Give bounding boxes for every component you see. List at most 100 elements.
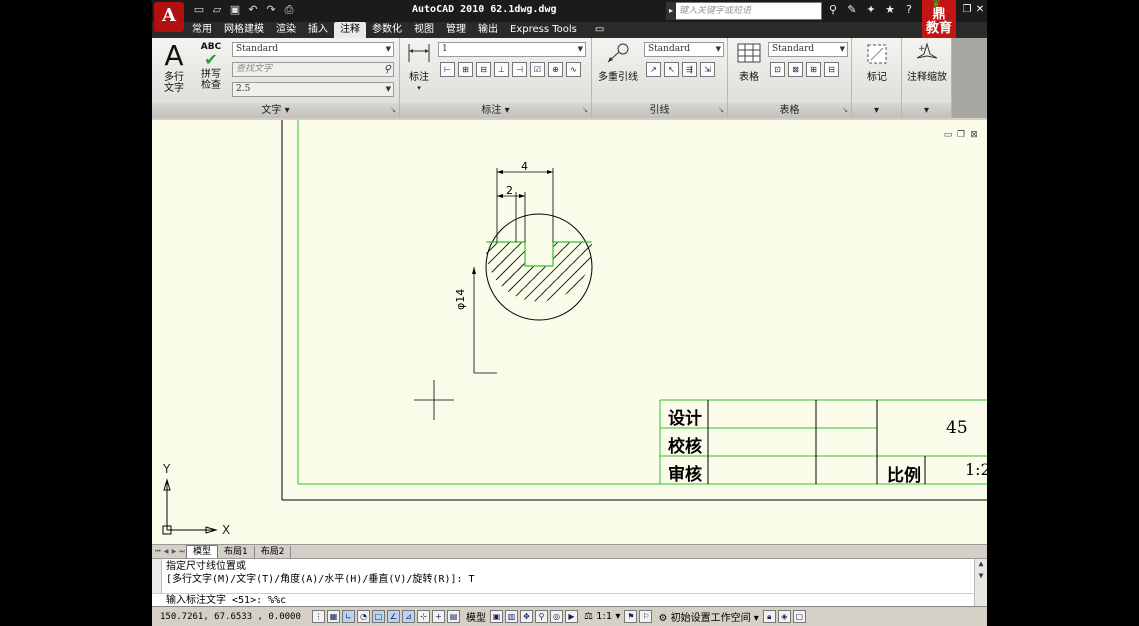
lock-icon[interactable]: 🔒︎ bbox=[762, 610, 776, 623]
quick-view-drawings-icon[interactable]: ▥ bbox=[505, 610, 518, 623]
ortho-mode-icon[interactable]: ∟ bbox=[342, 610, 355, 623]
last-layout-icon[interactable]: ⏭ bbox=[178, 547, 186, 557]
title-block-scale-value[interactable]: 1:2 bbox=[965, 460, 987, 479]
markup-panel-title[interactable]: ▾ bbox=[852, 103, 901, 118]
dynamic-input-icon[interactable]: ⊹ bbox=[417, 610, 430, 623]
table-style-select[interactable]: Standard ▼ bbox=[768, 42, 848, 57]
zoom-icon[interactable]: ⚲ bbox=[535, 610, 548, 623]
restore-icon[interactable]: ❐ bbox=[956, 130, 966, 140]
workspace-switch[interactable]: ⚙ 初始设置工作空间 ▾ bbox=[658, 609, 758, 624]
wrench-icon[interactable]: ✎ bbox=[845, 3, 859, 17]
polar-tracking-icon[interactable]: ◔ bbox=[357, 610, 370, 623]
minimize-icon[interactable]: ▭ bbox=[943, 130, 953, 140]
search-expand-icon[interactable]: ▸ bbox=[666, 2, 676, 20]
command-window[interactable]: 指定尺寸线位置或 [多行文字(M)/文字(T)/角度(A)/水平(H)/垂直(V… bbox=[152, 558, 987, 607]
center-mark-icon[interactable]: ⊕ bbox=[548, 62, 563, 77]
restore-icon[interactable]: ❐ bbox=[962, 4, 972, 15]
tab-layout2[interactable]: 布局2 bbox=[255, 545, 292, 558]
next-layout-icon[interactable]: ▶ bbox=[170, 547, 178, 557]
align-leader-icon[interactable]: ⇶ bbox=[682, 62, 697, 77]
dimension-text-2[interactable]: 2 bbox=[506, 184, 513, 197]
data-link-icon[interactable]: ⊡ bbox=[770, 62, 785, 77]
title-block-design[interactable]: 设计 bbox=[668, 404, 702, 429]
search-input[interactable]: 键入关键字或短语 bbox=[666, 2, 822, 20]
tab-parametric[interactable]: 参数化 bbox=[366, 22, 408, 38]
dialog-launcher-icon[interactable]: ↘ bbox=[842, 103, 848, 118]
first-layout-icon[interactable]: ⏮ bbox=[154, 547, 162, 557]
extract-data-icon[interactable]: ⊟ bbox=[824, 62, 839, 77]
text-style-select[interactable]: Standard ▼ bbox=[232, 42, 394, 57]
steering-wheel-icon[interactable]: ◎ bbox=[550, 610, 563, 623]
add-leader-icon[interactable]: ↗ bbox=[646, 62, 661, 77]
title-block-check[interactable]: 校核 bbox=[668, 432, 702, 457]
favorites-star-icon[interactable]: ★ bbox=[883, 3, 897, 17]
title-block-material[interactable]: 45 bbox=[946, 418, 968, 438]
tab-express-tools[interactable]: Express Tools bbox=[504, 22, 583, 38]
lineweight-icon[interactable]: + bbox=[432, 610, 445, 623]
tab-model[interactable]: 模型 bbox=[186, 545, 219, 558]
new-icon[interactable]: ▭ bbox=[192, 3, 206, 17]
title-block-review[interactable]: 审核 bbox=[668, 460, 702, 485]
pan-icon[interactable]: ✥ bbox=[520, 610, 533, 623]
tolerance-icon[interactable]: ☑ bbox=[530, 62, 545, 77]
drawing-canvas[interactable]: 4 2 φ14 X Y 设计 校核 审核 45 比例 1:2 ▭ ❐ ⊠ bbox=[152, 120, 987, 544]
tab-insert[interactable]: 插入 bbox=[302, 22, 334, 38]
multileader-style-select[interactable]: Standard ▼ bbox=[644, 42, 724, 57]
coordinate-readout[interactable]: 150.7261, 67.6533 , 0.0000 bbox=[152, 612, 312, 622]
application-menu-button[interactable]: A bbox=[154, 2, 184, 32]
command-input[interactable]: 输入标注文字 <51>: %%c bbox=[152, 593, 974, 607]
object-snap-tracking-icon[interactable]: ∠ bbox=[387, 610, 400, 623]
drawing-svg[interactable] bbox=[152, 120, 987, 544]
annotation-panel-title[interactable]: ▾ bbox=[902, 103, 951, 118]
model-space-label[interactable]: 模型 bbox=[466, 609, 486, 624]
help-icon[interactable]: ? bbox=[902, 3, 916, 17]
showmotion-icon[interactable]: ▶ bbox=[565, 610, 578, 623]
dialog-launcher-icon[interactable]: ↘ bbox=[582, 103, 588, 118]
shaft-section-circle[interactable] bbox=[485, 213, 593, 321]
communication-icon[interactable]: ✦ bbox=[864, 3, 878, 17]
grid-display-icon[interactable]: ▦ bbox=[327, 610, 340, 623]
dimension-space-icon[interactable]: ⊥ bbox=[494, 62, 509, 77]
tab-annotate[interactable]: 注释 bbox=[334, 22, 366, 38]
close-icon[interactable]: ✕ bbox=[975, 4, 985, 15]
tab-manage[interactable]: 管理 bbox=[440, 22, 472, 38]
text-height-select[interactable]: 2.5 ▼ bbox=[232, 82, 394, 97]
quick-view-layouts-icon[interactable]: ▣ bbox=[490, 610, 503, 623]
download-data-icon[interactable]: ⊠ bbox=[788, 62, 803, 77]
annotation-visibility-icon[interactable]: ⚑ bbox=[624, 610, 638, 623]
dimension-button[interactable]: 标注 ▾ bbox=[404, 42, 434, 94]
dimension-text-diameter[interactable]: φ14 bbox=[454, 289, 467, 310]
dimension-panel-title[interactable]: 标注 ▾ ↘ bbox=[400, 103, 591, 118]
prev-layout-icon[interactable]: ◀ bbox=[162, 547, 170, 557]
text-panel-title[interactable]: 文字 ▾ ↘ bbox=[152, 103, 399, 118]
tab-mesh-modeling[interactable]: 网格建模 bbox=[218, 22, 270, 38]
tab-view[interactable]: 视图 bbox=[408, 22, 440, 38]
undo-icon[interactable]: ↶ bbox=[246, 3, 260, 17]
open-icon[interactable]: ▱ bbox=[210, 3, 224, 17]
command-scrollbar[interactable]: ▲ ▼ bbox=[974, 559, 987, 607]
remove-leader-icon[interactable]: ↖ bbox=[664, 62, 679, 77]
upload-data-icon[interactable]: ⊞ bbox=[806, 62, 821, 77]
snap-mode-icon[interactable]: ⋮ bbox=[312, 610, 325, 623]
collect-leader-icon[interactable]: ⇲ bbox=[700, 62, 715, 77]
dynamic-ucs-icon[interactable]: ⊿ bbox=[402, 610, 415, 623]
scroll-down-icon[interactable]: ▼ bbox=[975, 571, 987, 583]
hardware-acceleration-icon[interactable]: ◈ bbox=[777, 610, 791, 623]
save-icon[interactable]: ▣ bbox=[228, 3, 242, 17]
binoculars-icon[interactable]: ⚲ bbox=[826, 3, 840, 17]
table-button[interactable]: 表格 bbox=[732, 42, 766, 83]
dimension-style-select[interactable]: 1 ▼ bbox=[438, 42, 586, 57]
annotation-scaling-button[interactable]: + 注释缩放 bbox=[904, 42, 950, 83]
clean-screen-icon[interactable]: ▢ bbox=[792, 610, 806, 623]
tab-home[interactable]: 常用 bbox=[186, 22, 218, 38]
close-icon[interactable]: ⊠ bbox=[969, 130, 979, 140]
find-text-input[interactable]: 查找文字 ⚲ bbox=[232, 62, 394, 77]
tab-layout1[interactable]: 布局1 bbox=[218, 545, 255, 558]
inspect-icon[interactable]: ∿ bbox=[566, 62, 581, 77]
dimension-text-4[interactable]: 4 bbox=[521, 160, 528, 173]
dialog-launcher-icon[interactable]: ↘ bbox=[718, 103, 724, 118]
keyway-profile[interactable] bbox=[486, 241, 592, 267]
mtext-button[interactable]: A 多行 文字 bbox=[158, 42, 190, 95]
redo-icon[interactable]: ↷ bbox=[264, 3, 278, 17]
leader-panel-title[interactable]: 引线 ↘ bbox=[592, 103, 727, 118]
